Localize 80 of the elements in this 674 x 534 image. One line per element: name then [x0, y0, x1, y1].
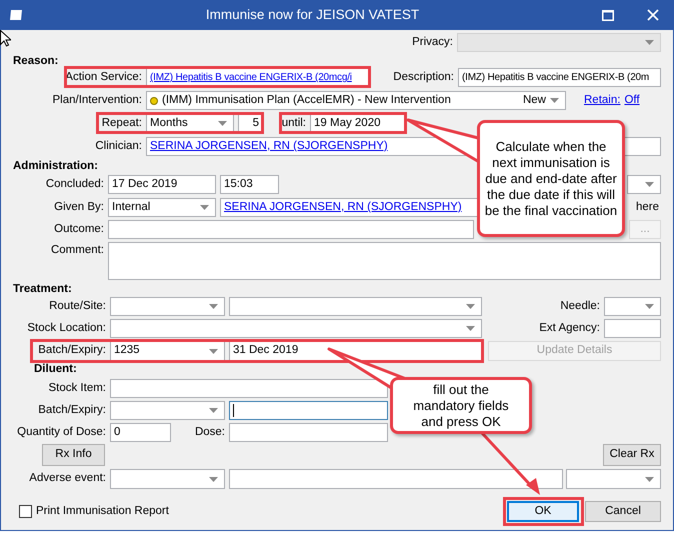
dropdown-caret-icon [645, 182, 654, 187]
dropdown-caret-icon [645, 304, 654, 309]
quantity-field[interactable]: 0 [110, 423, 171, 442]
dropdown-caret-icon [209, 476, 218, 482]
field-label: Repeat: [100, 116, 143, 131]
dropdown-caret-icon [209, 408, 218, 413]
dropdown-caret-icon [645, 476, 654, 482]
batch-dropdown[interactable]: 1235 [110, 341, 225, 361]
stock-location-dropdown[interactable] [110, 319, 482, 338]
given-by-clinician-field[interactable]: SERINA JORGENSEN, RN (SJORGENSPHY) [220, 198, 478, 217]
plan-status-icon [150, 96, 158, 104]
adverse-event-dropdown[interactable] [110, 469, 225, 489]
dropdown-caret-icon [466, 326, 475, 331]
retain-value-link[interactable]: Off [624, 92, 640, 110]
field-label: Adverse event: [28, 471, 107, 486]
field-label: Batch/Expiry: [37, 343, 107, 358]
stock-item-field[interactable] [110, 379, 388, 398]
field-label: Quantity of Dose: [16, 424, 107, 440]
route-dropdown[interactable] [110, 297, 225, 316]
window-title: Immunise now for JEISON VATEST [204, 6, 420, 24]
expiry-field[interactable] [229, 401, 388, 420]
field-label: Route/Site: [48, 298, 107, 314]
field-label: until: [280, 116, 307, 131]
field-label: Stock Location: [26, 320, 107, 336]
comment-field[interactable] [108, 242, 661, 280]
dropdown-caret-icon [209, 304, 218, 309]
field-label: Stock Item: [47, 380, 107, 396]
callout-bubble: fill out the mandatory fields and press OK [390, 377, 532, 434]
site-dropdown[interactable] [229, 297, 482, 316]
adverse-event-field[interactable] [229, 469, 563, 489]
description-field[interactable]: (IMZ) Hepatitis B vaccine ENGERIX-B (20m [458, 68, 661, 87]
callout-bubble: Calculate when the next immunisation is due and end-date after the due date if this will be the final vaccination [477, 120, 625, 237]
section-heading: Administration: [13, 158, 98, 174]
section-heading: Treatment: [13, 282, 72, 297]
date-field[interactable]: 17 Dec 2019 [108, 175, 216, 194]
field-label: Needle: [559, 298, 601, 314]
mouse-pointer-icon [0, 30, 11, 47]
field-label: Outcome: [53, 222, 105, 237]
checkbox-label: Print Immunisation Report [36, 504, 169, 519]
batch-dropdown[interactable] [110, 401, 225, 420]
checkbox[interactable] [19, 505, 32, 518]
field-label: Comment: [50, 243, 105, 258]
dropdown[interactable] [627, 175, 661, 194]
option-label: here [636, 200, 659, 215]
maximize-icon[interactable] [602, 10, 614, 20]
retain-link[interactable]: Retain: [584, 92, 620, 110]
plan-dropdown[interactable]: (IMM) Immunisation Plan (AccelEMR) - New Intervention New [146, 91, 566, 110]
button[interactable]: Clear Rx [603, 444, 661, 466]
field-label: Plan/Intervention: [51, 92, 143, 108]
outcome-field[interactable] [108, 220, 474, 239]
plan-status: New [522, 92, 546, 108]
time-field[interactable]: 15:03 [220, 175, 279, 194]
dropdown-caret-icon [466, 304, 475, 309]
field-label: Ext Agency: [538, 320, 601, 336]
dropdown-caret-icon [645, 40, 654, 45]
ext-agency-field[interactable] [604, 319, 661, 338]
field-label: Given By: [53, 200, 105, 215]
button[interactable]: Cancel [585, 501, 661, 522]
dropdown-caret-icon [550, 98, 559, 103]
close-icon[interactable] [647, 9, 659, 21]
button[interactable]: OK [507, 501, 579, 522]
window-icon [9, 9, 23, 21]
field-label: Concluded: [44, 176, 105, 192]
field-label: Batch/Expiry: [37, 402, 107, 418]
field-label: Description: [392, 70, 455, 85]
dropdown-caret-icon [218, 121, 227, 126]
needle-dropdown[interactable] [604, 297, 661, 316]
field-label: Clinician: [94, 138, 143, 154]
severity-dropdown[interactable] [566, 469, 661, 489]
button[interactable]: Rx Info [42, 444, 105, 466]
section-heading: Diluent: [34, 362, 77, 378]
plan-value: (IMM) Immunisation Plan (AccelEMR) - New Intervention [162, 92, 452, 108]
field-label: Privacy: [411, 34, 454, 50]
dropdown-caret-icon [209, 348, 218, 354]
field-label: Action Service: [64, 70, 143, 85]
dropdown-caret-icon [200, 205, 209, 210]
given-by-dropdown[interactable]: Internal [108, 198, 216, 217]
dose-field[interactable] [229, 423, 388, 442]
section-heading: Reason: [13, 54, 58, 69]
field-label: Dose: [194, 424, 226, 440]
